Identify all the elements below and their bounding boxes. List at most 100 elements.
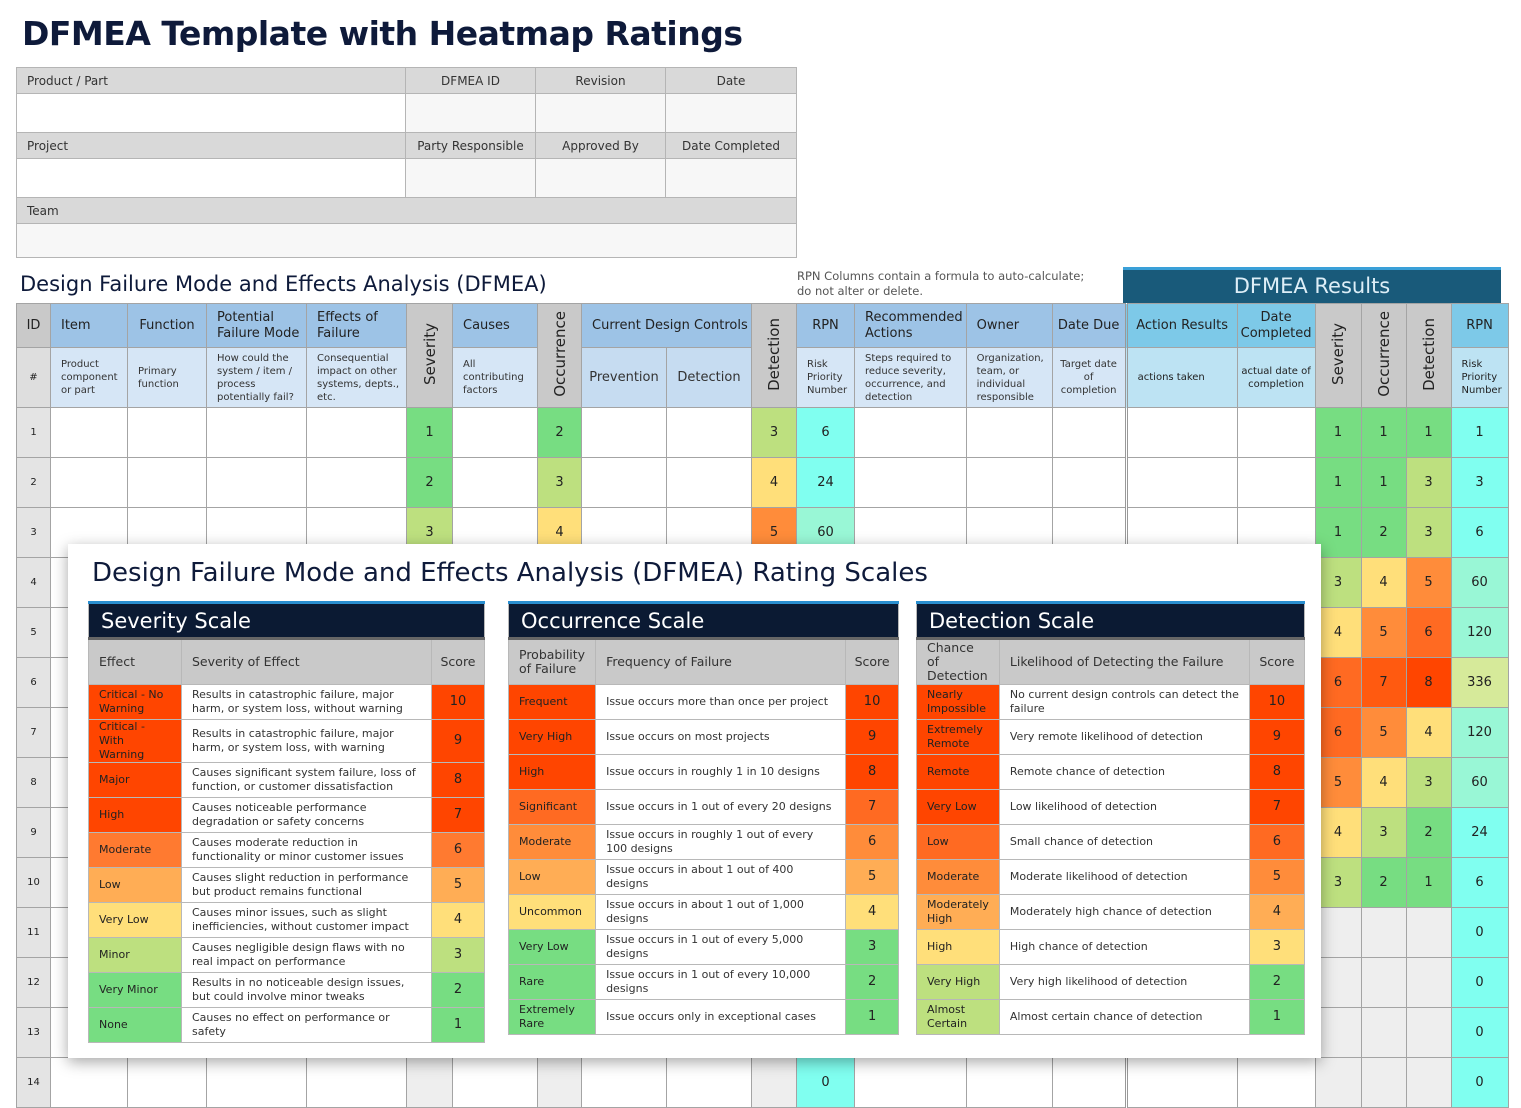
result-detection-cell[interactable]: 2 bbox=[1405, 807, 1452, 858]
date-due-cell[interactable] bbox=[1051, 1057, 1127, 1108]
severity-cell[interactable] bbox=[406, 1057, 453, 1108]
scale-label: Moderate bbox=[916, 859, 1000, 895]
recommended-actions-cell[interactable] bbox=[854, 407, 967, 458]
result-severity-cell[interactable]: 1 bbox=[1314, 407, 1362, 458]
result-occurrence-cell[interactable]: 5 bbox=[1360, 607, 1407, 658]
project-field[interactable] bbox=[16, 158, 406, 198]
result-detection-cell[interactable] bbox=[1405, 907, 1452, 958]
result-occurrence-cell[interactable]: 3 bbox=[1360, 807, 1407, 858]
result-occurrence-cell[interactable]: 5 bbox=[1360, 707, 1407, 758]
owner-cell[interactable] bbox=[965, 407, 1053, 458]
result-severity-cell[interactable]: 3 bbox=[1314, 557, 1362, 608]
date-completed-cell[interactable] bbox=[1236, 407, 1316, 458]
date-completed-field[interactable] bbox=[665, 158, 797, 198]
party-responsible-field[interactable] bbox=[405, 158, 536, 198]
function-cell[interactable] bbox=[127, 1057, 207, 1108]
result-occurrence-cell[interactable]: 1 bbox=[1360, 457, 1407, 508]
result-severity-cell[interactable]: 4 bbox=[1314, 807, 1362, 858]
date-completed-cell[interactable] bbox=[1236, 457, 1316, 508]
owner-cell[interactable] bbox=[965, 1057, 1053, 1108]
result-detection-cell[interactable] bbox=[1405, 957, 1452, 1008]
failure-mode-cell[interactable] bbox=[206, 1057, 307, 1108]
result-detection-cell[interactable]: 1 bbox=[1405, 857, 1452, 908]
recommended-actions-cell[interactable] bbox=[854, 457, 967, 508]
result-occurrence-cell[interactable]: 7 bbox=[1360, 657, 1407, 708]
recommended-actions-cell[interactable] bbox=[854, 1057, 967, 1108]
function-cell[interactable] bbox=[127, 457, 207, 508]
team-field[interactable] bbox=[16, 223, 797, 258]
result-severity-cell[interactable]: 1 bbox=[1314, 507, 1362, 558]
action-results-cell[interactable] bbox=[1124, 457, 1238, 508]
causes-cell[interactable] bbox=[452, 407, 538, 458]
action-results-cell[interactable] bbox=[1124, 407, 1238, 458]
result-occurrence-cell[interactable] bbox=[1360, 907, 1407, 958]
result-occurrence-cell[interactable]: 1 bbox=[1360, 407, 1407, 458]
date-due-cell[interactable] bbox=[1051, 407, 1127, 458]
dfmea-id-field[interactable] bbox=[405, 93, 536, 133]
result-severity-cell[interactable]: 6 bbox=[1314, 707, 1362, 758]
severity-cell[interactable]: 1 bbox=[406, 407, 453, 458]
revision-field[interactable] bbox=[535, 93, 666, 133]
result-occurrence-cell[interactable]: 2 bbox=[1360, 857, 1407, 908]
result-occurrence-cell[interactable] bbox=[1360, 1007, 1407, 1058]
date-due-cell[interactable] bbox=[1051, 457, 1127, 508]
detection-cell[interactable]: 4 bbox=[751, 457, 797, 508]
item-cell[interactable] bbox=[50, 457, 128, 508]
result-severity-cell[interactable]: 4 bbox=[1314, 607, 1362, 658]
result-severity-cell[interactable]: 1 bbox=[1314, 457, 1362, 508]
action-results-cell[interactable] bbox=[1124, 1057, 1238, 1108]
result-detection-cell[interactable]: 8 bbox=[1405, 657, 1452, 708]
result-severity-cell[interactable] bbox=[1314, 1057, 1362, 1108]
result-severity-cell[interactable] bbox=[1314, 907, 1362, 958]
result-detection-cell[interactable]: 3 bbox=[1405, 457, 1452, 508]
result-severity-cell[interactable]: 6 bbox=[1314, 657, 1362, 708]
detection-control-cell[interactable] bbox=[666, 1057, 752, 1108]
effects-cell[interactable] bbox=[306, 1057, 407, 1108]
date-completed-cell[interactable] bbox=[1236, 1057, 1316, 1108]
result-detection-cell[interactable]: 5 bbox=[1405, 557, 1452, 608]
result-occurrence-cell[interactable]: 4 bbox=[1360, 557, 1407, 608]
scale-label: Very Low bbox=[88, 902, 182, 938]
function-cell[interactable] bbox=[127, 407, 207, 458]
result-detection-cell[interactable] bbox=[1405, 1057, 1452, 1108]
result-occurrence-cell[interactable]: 2 bbox=[1360, 507, 1407, 558]
result-severity-cell[interactable] bbox=[1314, 957, 1362, 1008]
effects-cell[interactable] bbox=[306, 457, 407, 508]
result-detection-cell[interactable]: 3 bbox=[1405, 507, 1452, 558]
result-detection-cell[interactable] bbox=[1405, 1007, 1452, 1058]
owner-cell[interactable] bbox=[965, 457, 1053, 508]
detection-cell[interactable] bbox=[751, 1057, 797, 1108]
occurrence-cell[interactable] bbox=[537, 1057, 582, 1108]
result-detection-cell[interactable]: 3 bbox=[1405, 757, 1452, 808]
result-severity-cell[interactable]: 5 bbox=[1314, 757, 1362, 808]
detection-control-cell[interactable] bbox=[666, 457, 752, 508]
scale-label: Low bbox=[88, 867, 182, 903]
result-occurrence-cell[interactable]: 4 bbox=[1360, 757, 1407, 808]
approved-by-field[interactable] bbox=[535, 158, 666, 198]
header-result-detection: Detection bbox=[1405, 303, 1452, 408]
prevention-cell[interactable] bbox=[581, 1057, 667, 1108]
item-cell[interactable] bbox=[50, 1057, 128, 1108]
prevention-cell[interactable] bbox=[581, 457, 667, 508]
failure-mode-cell[interactable] bbox=[206, 407, 307, 458]
result-severity-cell[interactable]: 3 bbox=[1314, 857, 1362, 908]
result-detection-cell[interactable]: 1 bbox=[1405, 407, 1452, 458]
item-cell[interactable] bbox=[50, 407, 128, 458]
causes-cell[interactable] bbox=[452, 1057, 538, 1108]
prevention-cell[interactable] bbox=[581, 407, 667, 458]
severity-cell[interactable]: 2 bbox=[406, 457, 453, 508]
occurrence-cell[interactable]: 2 bbox=[537, 407, 582, 458]
failure-mode-cell[interactable] bbox=[206, 457, 307, 508]
detection-control-cell[interactable] bbox=[666, 407, 752, 458]
result-occurrence-cell[interactable] bbox=[1360, 957, 1407, 1008]
result-detection-cell[interactable]: 4 bbox=[1405, 707, 1452, 758]
product-part-field[interactable] bbox=[16, 93, 406, 133]
detection-cell[interactable]: 3 bbox=[751, 407, 797, 458]
occurrence-cell[interactable]: 3 bbox=[537, 457, 582, 508]
result-detection-cell[interactable]: 6 bbox=[1405, 607, 1452, 658]
effects-cell[interactable] bbox=[306, 407, 407, 458]
result-occurrence-cell[interactable] bbox=[1360, 1057, 1407, 1108]
result-severity-cell[interactable] bbox=[1314, 1007, 1362, 1058]
causes-cell[interactable] bbox=[452, 457, 538, 508]
date-field[interactable] bbox=[665, 93, 797, 133]
